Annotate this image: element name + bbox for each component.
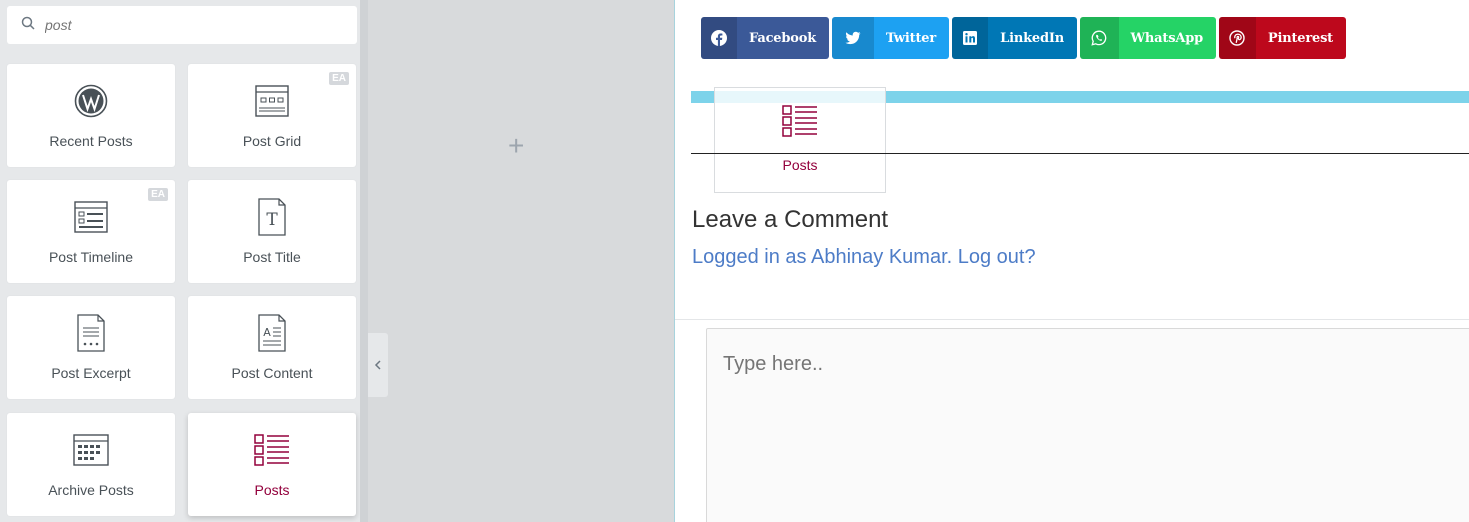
collapse-panel-button[interactable]	[368, 333, 388, 397]
share-label: LinkedIn	[1000, 30, 1064, 46]
widget-label: Post Grid	[242, 133, 302, 149]
widget-post-excerpt[interactable]: Post Excerpt	[7, 296, 175, 399]
post-timeline-icon	[7, 198, 175, 236]
editor-canvas-gap: +	[368, 0, 674, 522]
widget-post-title[interactable]: T Post Title	[188, 180, 356, 283]
share-twitter-button[interactable]: Twitter	[832, 17, 949, 59]
add-section-button[interactable]: +	[508, 132, 524, 160]
whatsapp-icon	[1080, 17, 1119, 59]
widget-post-content[interactable]: A Post Content	[188, 296, 356, 399]
widget-post-timeline[interactable]: EA Post Timeline	[7, 180, 175, 283]
widget-archive-posts[interactable]: Archive Posts	[7, 413, 175, 516]
widget-posts[interactable]: Posts	[188, 413, 356, 516]
share-whatsapp-button[interactable]: WhatsApp	[1080, 17, 1216, 59]
svg-text:A: A	[263, 326, 271, 339]
search-box[interactable]	[7, 6, 357, 44]
widget-label: Recent Posts	[49, 133, 133, 149]
divider-line	[691, 153, 1469, 154]
dragged-widget-posts[interactable]: Posts	[715, 88, 885, 192]
pinterest-icon	[1219, 17, 1256, 59]
post-content-icon: A	[188, 314, 356, 352]
share-pinterest-button[interactable]: Pinterest	[1219, 17, 1346, 59]
widget-label: Post Excerpt	[51, 365, 131, 381]
facebook-icon	[701, 17, 738, 59]
widget-label: Post Title	[243, 249, 301, 265]
widget-label: Archive Posts	[48, 482, 134, 498]
svg-text:T: T	[266, 210, 278, 230]
share-facebook-button[interactable]: Facebook	[701, 17, 829, 59]
archive-posts-icon	[7, 431, 175, 469]
widget-post-grid[interactable]: EA Post Grid	[188, 64, 356, 167]
widget-label: Post Content	[231, 365, 313, 381]
post-excerpt-icon	[7, 314, 175, 352]
posts-list-icon	[715, 104, 885, 138]
twitter-icon	[832, 17, 874, 59]
search-input[interactable]	[45, 17, 345, 33]
logged-in-link[interactable]: Logged in as Abhinay Kumar. Log out?	[692, 246, 1036, 269]
share-label: Facebook	[749, 30, 816, 46]
widget-recent-posts[interactable]: Recent Posts	[7, 64, 175, 167]
divider-line	[675, 319, 1469, 320]
share-buttons: Facebook Twitter LinkedIn WhatsApp Pinte…	[701, 17, 1349, 59]
linkedin-icon	[952, 17, 989, 59]
elements-panel: Recent Posts EA Post Grid EA Post Timeli…	[0, 0, 360, 522]
page-preview: Facebook Twitter LinkedIn WhatsApp Pinte…	[674, 0, 1469, 522]
panel-resize-handle[interactable]	[360, 0, 368, 522]
widget-label: Posts	[254, 482, 290, 498]
comment-heading: Leave a Comment	[692, 206, 889, 233]
share-linkedin-button[interactable]: LinkedIn	[952, 17, 1077, 59]
post-grid-icon	[188, 82, 356, 120]
share-label: Pinterest	[1267, 30, 1333, 46]
dragged-widget-label: Posts	[782, 157, 818, 173]
search-icon	[21, 16, 35, 35]
share-label: Twitter	[885, 30, 936, 46]
chevron-left-icon	[374, 360, 381, 370]
posts-list-icon	[188, 431, 356, 469]
post-title-icon: T	[188, 198, 356, 236]
comment-textarea[interactable]	[706, 328, 1469, 522]
wordpress-icon	[7, 82, 175, 120]
share-label: WhatsApp	[1130, 30, 1204, 46]
widget-label: Post Timeline	[48, 249, 134, 265]
